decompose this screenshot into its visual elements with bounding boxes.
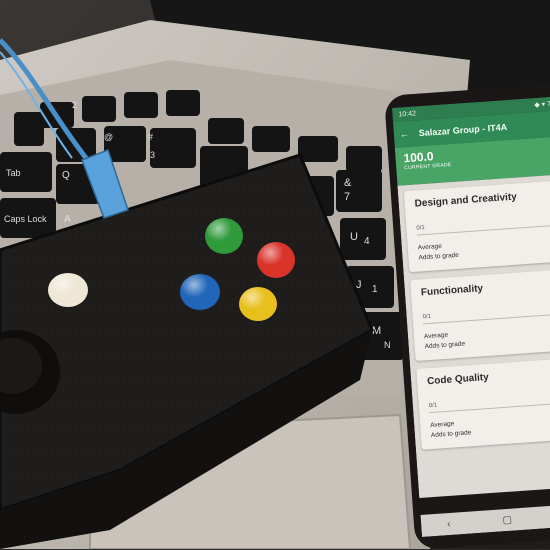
- card-title: Functionality: [420, 283, 484, 299]
- card-title: Design and Creativity: [414, 191, 518, 210]
- key-label: 2: [72, 100, 77, 110]
- key: [298, 136, 338, 162]
- grade-card-design[interactable]: Design and Creativity 0/1 Average Adds t…: [403, 180, 550, 273]
- key: [208, 118, 244, 144]
- key-label: U: [350, 231, 358, 243]
- key: [346, 146, 382, 172]
- card-title: Code Quality: [426, 371, 490, 388]
- button-shine: [257, 242, 295, 278]
- key-label: M: [372, 325, 381, 337]
- key-label: Tab: [6, 168, 21, 178]
- key: [14, 112, 44, 146]
- key-label: &: [344, 177, 352, 189]
- grade-list: Design and Creativity 0/1 Average Adds t…: [397, 173, 550, 499]
- button-shine: [180, 274, 220, 310]
- key-label: 4: [364, 236, 370, 247]
- status-time: 10:42: [398, 109, 417, 119]
- key-label: @: [104, 132, 113, 142]
- button-shine: [48, 273, 88, 307]
- app-title: Salazar Group - IT4A: [418, 122, 508, 139]
- key: [336, 170, 382, 212]
- key-label: 7: [344, 191, 350, 203]
- card-score: 0/1: [422, 304, 550, 325]
- key: [124, 92, 158, 118]
- card-score: 0/1: [416, 215, 550, 236]
- key-label: Q: [62, 170, 70, 181]
- key-label: N: [384, 340, 391, 350]
- card-score: 0/1: [428, 393, 550, 414]
- key-label: Caps Lock: [4, 214, 47, 224]
- button-shine: [205, 218, 243, 254]
- key: [166, 90, 200, 116]
- key-label: #: [148, 132, 153, 142]
- key: [82, 96, 116, 122]
- key-label: 1: [372, 284, 378, 295]
- nav-back-icon[interactable]: ‹: [447, 518, 451, 529]
- button-shine: [239, 287, 277, 321]
- back-arrow-icon[interactable]: ←: [400, 129, 410, 140]
- nav-home-icon[interactable]: ▢: [502, 514, 512, 526]
- key: [150, 128, 196, 168]
- status-icons: ◆ ▾ 74%: [534, 100, 550, 110]
- key-label: A: [64, 214, 71, 225]
- grade-card-code-quality[interactable]: Code Quality 0/1 Average Adds to grade: [416, 357, 550, 450]
- grade-card-functionality[interactable]: Functionality 0/1 Average Adds to grade: [410, 268, 550, 361]
- key: [252, 126, 290, 152]
- key-label: 3: [150, 150, 155, 160]
- key: [340, 218, 386, 260]
